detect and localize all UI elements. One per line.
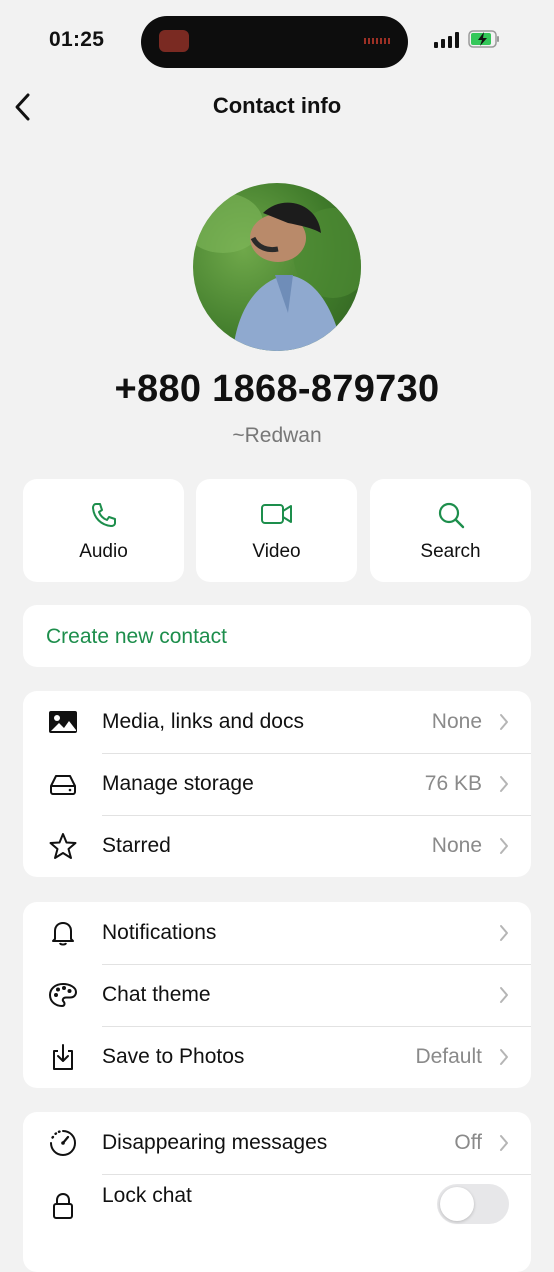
- row-label: Chat theme: [102, 983, 211, 1006]
- lock-icon: [53, 1192, 73, 1219]
- lock-chat-toggle[interactable]: [437, 1184, 509, 1224]
- download-icon: [53, 1044, 73, 1070]
- phone-icon: [91, 503, 116, 527]
- contact-phone-number: +880 1868-879730: [114, 368, 440, 410]
- chevron-right-icon: [500, 1049, 508, 1065]
- search-button[interactable]: Search: [370, 479, 531, 582]
- audio-call-button[interactable]: Audio: [23, 479, 184, 582]
- row-label: Manage storage: [102, 772, 254, 795]
- manage-storage-row[interactable]: Manage storage 76 KB: [23, 753, 531, 815]
- disappearing-messages-row[interactable]: Disappearing messages Off: [23, 1112, 531, 1174]
- image-icon: [49, 711, 77, 733]
- storage-icon: [50, 775, 76, 795]
- row-label: Lock chat: [102, 1184, 192, 1207]
- row-label: Media, links and docs: [102, 710, 304, 733]
- video-call-button[interactable]: Video: [196, 479, 357, 582]
- chevron-right-icon: [500, 1135, 508, 1151]
- avatar[interactable]: [193, 183, 361, 351]
- row-value: None: [431, 834, 482, 857]
- row-value: 76 KB: [424, 772, 482, 795]
- row-label: Disappearing messages: [102, 1131, 328, 1154]
- notifications-row[interactable]: Notifications: [23, 902, 531, 964]
- status-time: 01:25: [49, 28, 105, 51]
- row-value: Default: [415, 1045, 482, 1068]
- audio-waveform-icon: [364, 38, 392, 44]
- video-icon: [260, 504, 292, 524]
- signal-icon: [434, 32, 460, 48]
- contact-display-name: ~Redwan: [232, 424, 322, 447]
- starred-row[interactable]: Starred None: [23, 815, 531, 877]
- chevron-right-icon: [500, 838, 508, 854]
- timer-icon: [50, 1130, 77, 1157]
- chevron-right-icon: [500, 776, 508, 792]
- row-label: Save to Photos: [102, 1045, 245, 1068]
- privacy-section: Disappearing messages Off Lock chat: [23, 1112, 531, 1272]
- chevron-right-icon: [500, 714, 508, 730]
- create-new-contact-button[interactable]: Create new contact: [23, 605, 531, 667]
- star-icon: [49, 833, 77, 859]
- toggle-knob: [440, 1187, 474, 1221]
- bell-icon: [52, 922, 74, 946]
- row-label: Starred: [102, 834, 171, 857]
- row-value: Off: [454, 1131, 482, 1154]
- chat-settings-section: Notifications Chat theme Save to Photos …: [23, 902, 531, 1088]
- chat-theme-row[interactable]: Chat theme: [23, 964, 531, 1026]
- search-label: Search: [420, 541, 481, 562]
- save-to-photos-row[interactable]: Save to Photos Default: [23, 1026, 531, 1088]
- search-icon: [438, 502, 464, 529]
- audio-label: Audio: [79, 541, 128, 562]
- media-thumbnail: [159, 30, 189, 52]
- row-label: Notifications: [102, 921, 217, 944]
- palette-icon: [49, 983, 77, 1007]
- create-new-contact-label: Create new contact: [46, 625, 227, 648]
- dynamic-island: [141, 16, 408, 68]
- lock-chat-row[interactable]: Lock chat: [23, 1174, 531, 1236]
- chevron-right-icon: [500, 925, 508, 941]
- battery-charging-icon: [468, 30, 499, 48]
- row-value: None: [431, 710, 482, 733]
- media-storage-section: Media, links and docs None Manage storag…: [23, 691, 531, 877]
- video-label: Video: [252, 541, 301, 562]
- chevron-right-icon: [500, 987, 508, 1003]
- page-title: Contact info: [212, 93, 342, 118]
- media-links-docs-row[interactable]: Media, links and docs None: [23, 691, 531, 753]
